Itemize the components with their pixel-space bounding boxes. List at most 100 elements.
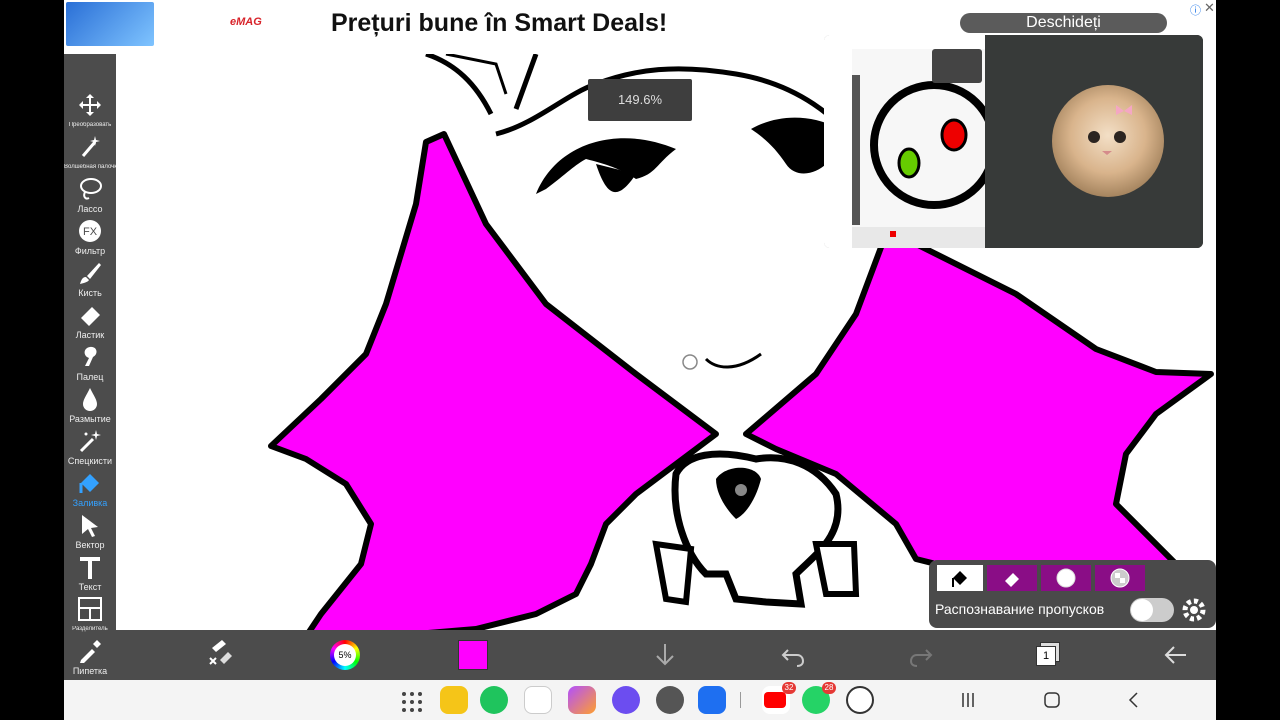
- fill-mode-bucket[interactable]: [937, 565, 983, 591]
- eyedropper-icon: [80, 640, 101, 663]
- taskbar-divider: [740, 692, 741, 708]
- fill-bucket-icon: [952, 571, 967, 587]
- camera-app-icon[interactable]: [656, 686, 684, 714]
- tool-label: Вектор: [75, 540, 105, 550]
- tool-label: Фильтр: [74, 246, 106, 256]
- tool-transform[interactable]: Преобразовать: [64, 92, 116, 134]
- current-color-swatch[interactable]: [458, 640, 488, 670]
- messages-app-icon[interactable]: [524, 686, 552, 714]
- youtube-badge: 32: [782, 682, 796, 694]
- tool-label: Заливка: [72, 498, 108, 508]
- fill-bucket-icon: [79, 474, 99, 493]
- info-icon[interactable]: ⓘ: [1190, 2, 1201, 18]
- tool-sidebar: Преобразовать Волшебная палочка Лассо FX…: [64, 54, 116, 680]
- tool-smudge[interactable]: Палец: [64, 344, 116, 386]
- undo-icon[interactable]: [780, 638, 806, 672]
- back-arrow-icon[interactable]: [1162, 638, 1190, 672]
- brush-icon: [80, 263, 101, 284]
- tool-magic-wand[interactable]: Волшебная палочка: [64, 134, 116, 176]
- app-drawer-icon[interactable]: [398, 686, 426, 714]
- system-taskbar: 32 28: [64, 680, 1216, 720]
- tool-label: Спецкисти: [67, 456, 113, 466]
- pip-camera-feed: [985, 35, 1203, 248]
- gap-detection-label: Распознавание пропусков: [935, 601, 1105, 617]
- eraser-icon: [1005, 573, 1019, 587]
- tool-fill[interactable]: Заливка: [64, 470, 116, 512]
- tool-brush[interactable]: Кисть: [64, 260, 116, 302]
- youtube-app-icon[interactable]: 32: [762, 682, 796, 714]
- tool-text[interactable]: Текст: [64, 554, 116, 596]
- brush-cursor: [682, 354, 698, 370]
- app-screen: eMAG Prețuri bune în Smart Deals! Deschi…: [64, 0, 1216, 720]
- lasso-icon: [80, 178, 102, 200]
- text-icon: [80, 557, 100, 579]
- tool-blur[interactable]: Размытие: [64, 386, 116, 428]
- fill-mode-transparent[interactable]: [1095, 565, 1145, 591]
- vector-cursor-icon: [82, 515, 98, 537]
- tool-label: Преобразовать: [68, 122, 112, 128]
- mouth: [704, 352, 762, 369]
- circle-canvas-icon: [1056, 568, 1076, 588]
- tool-eraser[interactable]: Ластик: [64, 302, 116, 344]
- tool-label: Размытие: [69, 414, 111, 424]
- fill-mode-eraser[interactable]: [987, 565, 1037, 591]
- toggle-knob: [1131, 599, 1153, 621]
- browser-app-icon[interactable]: [612, 686, 640, 714]
- gem-shine: [735, 484, 747, 496]
- gear-icon[interactable]: [1180, 596, 1208, 624]
- gap-detection-toggle[interactable]: [1130, 598, 1174, 622]
- tool-label: Пипетка: [72, 666, 108, 676]
- download-arrow-icon[interactable]: [652, 638, 678, 672]
- fill-mode-canvas[interactable]: [1041, 565, 1091, 591]
- pip-thumbnail-art: [824, 35, 998, 248]
- ad-brand-logo: eMAG: [230, 16, 262, 28]
- pip-screen-share: [824, 35, 998, 248]
- zoom-indicator: 149.6%: [588, 79, 692, 121]
- special-brush-icon: [79, 430, 101, 453]
- magic-wand-icon: [81, 136, 100, 157]
- fill-options-panel: Распознавание пропусков: [929, 560, 1216, 628]
- tool-filter[interactable]: FX Фильтр: [64, 218, 116, 260]
- phone-app-icon[interactable]: [480, 686, 508, 714]
- swap-brush-eraser-icon[interactable]: [206, 638, 236, 672]
- blur-drop-icon: [83, 388, 97, 411]
- avatar: [1052, 85, 1164, 197]
- tool-vector[interactable]: Вектор: [64, 512, 116, 554]
- tool-label: Разделитель: [72, 626, 108, 632]
- redo-icon[interactable]: [908, 638, 934, 672]
- color-wheel-button[interactable]: 5%: [330, 640, 360, 670]
- bottom-toolbar: 5% 1: [116, 630, 1216, 680]
- svg-text:FX: FX: [83, 226, 98, 238]
- ad-thumbnail[interactable]: [66, 2, 154, 46]
- tool-label: Волшебная палочка: [64, 164, 116, 170]
- game-app-icon[interactable]: [568, 686, 596, 714]
- tool-label: Текст: [78, 582, 102, 592]
- brush-size-value: 5%: [334, 644, 356, 666]
- recents-icon[interactable]: [960, 690, 976, 710]
- ad-open-button[interactable]: Deschideți: [960, 13, 1167, 33]
- roblox-app-icon[interactable]: [698, 686, 726, 714]
- kitten-photo: [1088, 105, 1132, 155]
- files-app-icon[interactable]: [440, 686, 468, 714]
- picture-in-picture-video[interactable]: [824, 35, 1203, 248]
- checker-circle-icon: [1110, 568, 1130, 588]
- smudge-finger-icon: [84, 346, 97, 366]
- move-arrows-icon: [79, 94, 101, 116]
- whatsapp-app-icon[interactable]: 28: [802, 682, 836, 714]
- layers-button[interactable]: 1: [1036, 642, 1062, 668]
- tool-label: Палец: [76, 372, 104, 382]
- tool-special-brush[interactable]: Спецкисти: [64, 428, 116, 470]
- frame-divider-icon: [78, 597, 102, 621]
- back-icon[interactable]: [1126, 690, 1142, 710]
- ad-title[interactable]: Prețuri bune în Smart Deals!: [331, 9, 667, 38]
- soccer-app-icon[interactable]: [846, 686, 874, 714]
- tool-frame-divider[interactable]: Разделитель: [64, 596, 116, 638]
- fx-icon: FX: [79, 220, 101, 242]
- close-icon[interactable]: ✕: [1204, 0, 1215, 16]
- tool-lasso[interactable]: Лассо: [64, 176, 116, 218]
- home-icon[interactable]: [1042, 690, 1062, 710]
- tool-label: Ластик: [75, 330, 105, 340]
- tool-label: Лассо: [77, 204, 103, 214]
- layer-count: 1: [1036, 646, 1056, 666]
- tool-eyedropper[interactable]: Пипетка: [64, 638, 116, 680]
